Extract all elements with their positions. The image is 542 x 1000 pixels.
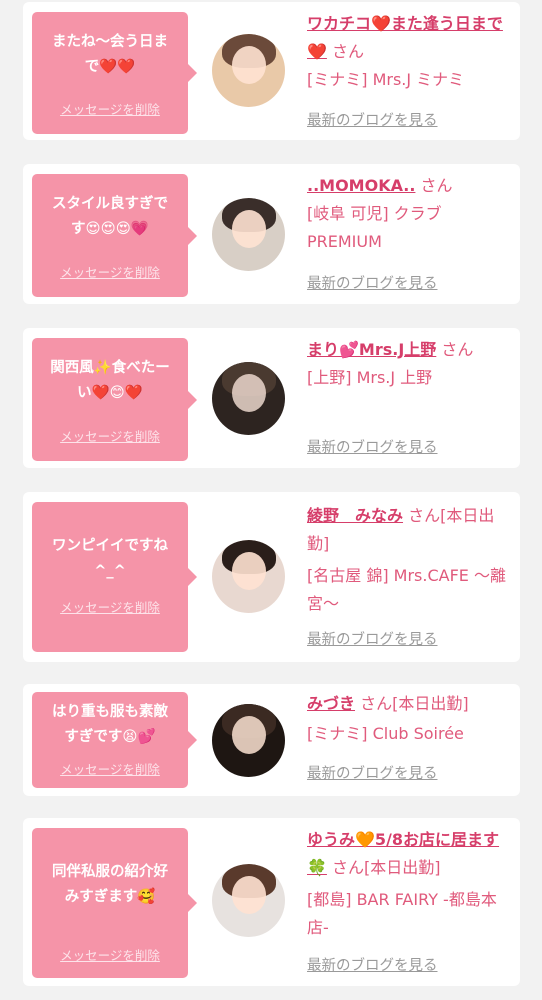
avatar-face [232,374,266,412]
profile-info: ワカチコ❤️また逢う日まで❤️ さん [ミナミ] Mrs.J ミナミ [307,10,515,94]
latest-blog-link[interactable]: 最新のブログを見る [307,436,438,457]
shop-label: [名古屋 錦] Mrs.CAFE 〜離宮〜 [307,566,506,613]
avatar[interactable] [212,34,285,107]
latest-blog-link[interactable]: 最新のブログを見る [307,954,438,975]
message-card: ワンピイイですね ^_^ メッセージを削除 綾野 みなみ さん[本日出勤] [名… [23,492,520,662]
message-card: 関西風✨食べたー い❤️😊❤️ メッセージを削除 まり💕Mrs.J上野 さん [… [23,328,520,468]
honorific: さん [420,176,453,195]
latest-blog-link[interactable]: 最新のブログを見る [307,272,438,293]
delete-message-link[interactable]: メッセージを削除 [32,426,188,445]
message-bubble: 同伴私服の紹介好 みすぎます🥰 メッセージを削除 [32,828,197,978]
honorific: さん[本日出勤] [332,858,441,877]
cast-name-link[interactable]: まり💕Mrs.J上野 [307,340,436,359]
shop-label: [上野] Mrs.J 上野 [307,368,433,387]
message-text: ワンピイイですね ^_^ [52,538,168,579]
latest-blog-link[interactable]: 最新のブログを見る [307,762,438,783]
honorific: さん [332,42,365,61]
profile-info: ゆうみ🧡5/8お店に居ます🍀 さん[本日出勤] [都島] BAR FAIRY -… [307,826,515,942]
latest-blog-link[interactable]: 最新のブログを見る [307,109,438,130]
delete-message-link[interactable]: メッセージを削除 [32,597,188,616]
delete-message-link[interactable]: メッセージを削除 [32,99,188,118]
honorific: さん[本日出勤] [360,694,469,713]
delete-message-link[interactable]: メッセージを削除 [32,262,188,281]
cast-name-link[interactable]: ..MOMOKA.. [307,176,415,195]
message-text: はり重も服も素敵 すぎです😫💕 [52,704,168,745]
message-bubble: 関西風✨食べたー い❤️😊❤️ メッセージを削除 [32,338,197,461]
profile-info: ..MOMOKA.. さん [岐阜 可児] クラブ PREMIUM [307,172,515,256]
message-card: 同伴私服の紹介好 みすぎます🥰 メッセージを削除 ゆうみ🧡5/8お店に居ます🍀 … [23,818,520,986]
avatar[interactable] [212,362,285,435]
name-line: みづき さん[本日出勤] [307,690,515,718]
message-text: 関西風✨食べたー い❤️😊❤️ [50,360,170,401]
message-bubble: はり重も服も素敵 すぎです😫💕 メッセージを削除 [32,692,197,788]
delete-message-link[interactable]: メッセージを削除 [32,945,188,964]
profile-info: みづき さん[本日出勤] [ミナミ] Club Soirée [307,690,515,748]
shop-label: [岐阜 可児] クラブ PREMIUM [307,204,442,251]
message-text: スタイル良すぎで す😍😍😍💗 [52,196,168,237]
shop-label: [都島] BAR FAIRY -都島本店- [307,890,497,937]
avatar[interactable] [212,198,285,271]
message-card: スタイル良すぎで す😍😍😍💗 メッセージを削除 ..MOMOKA.. さん [岐… [23,164,520,304]
avatar-face [232,46,266,84]
message-bubble: ワンピイイですね ^_^ メッセージを削除 [32,502,197,652]
cast-name-link[interactable]: 綾野 みなみ [307,506,403,525]
avatar[interactable] [212,540,285,613]
honorific: さん [441,340,474,359]
name-line: 綾野 みなみ さん[本日出勤] [307,502,515,558]
message-text: またね〜会う日ま で❤️❤️ [52,34,168,75]
message-bubble: スタイル良すぎで す😍😍😍💗 メッセージを削除 [32,174,197,297]
avatar-face [232,876,266,914]
profile-info: まり💕Mrs.J上野 さん [上野] Mrs.J 上野 [307,336,515,392]
shop-label: [ミナミ] Club Soirée [307,724,464,743]
avatar-face [232,210,266,248]
message-text: 同伴私服の紹介好 みすぎます🥰 [52,864,168,905]
message-card: はり重も服も素敵 すぎです😫💕 メッセージを削除 みづき さん[本日出勤] [ミ… [23,684,520,796]
avatar-face [232,716,266,754]
shop-label: [ミナミ] Mrs.J ミナミ [307,70,465,89]
avatar-face [232,552,266,590]
avatar[interactable] [212,864,285,937]
name-line: ゆうみ🧡5/8お店に居ます🍀 さん[本日出勤] [307,826,515,882]
message-bubble: またね〜会う日ま で❤️❤️ メッセージを削除 [32,12,197,134]
delete-message-link[interactable]: メッセージを削除 [32,759,188,778]
avatar[interactable] [212,704,285,777]
cast-name-link[interactable]: みづき [307,694,355,713]
name-line: ワカチコ❤️また逢う日まで❤️ さん [307,10,515,66]
message-card: またね〜会う日ま で❤️❤️ メッセージを削除 ワカチコ❤️また逢う日まで❤️ … [23,2,520,140]
name-line: まり💕Mrs.J上野 さん [307,336,515,364]
profile-info: 綾野 みなみ さん[本日出勤] [名古屋 錦] Mrs.CAFE 〜離宮〜 [307,502,515,618]
name-line: ..MOMOKA.. さん [307,172,515,200]
latest-blog-link[interactable]: 最新のブログを見る [307,628,438,649]
